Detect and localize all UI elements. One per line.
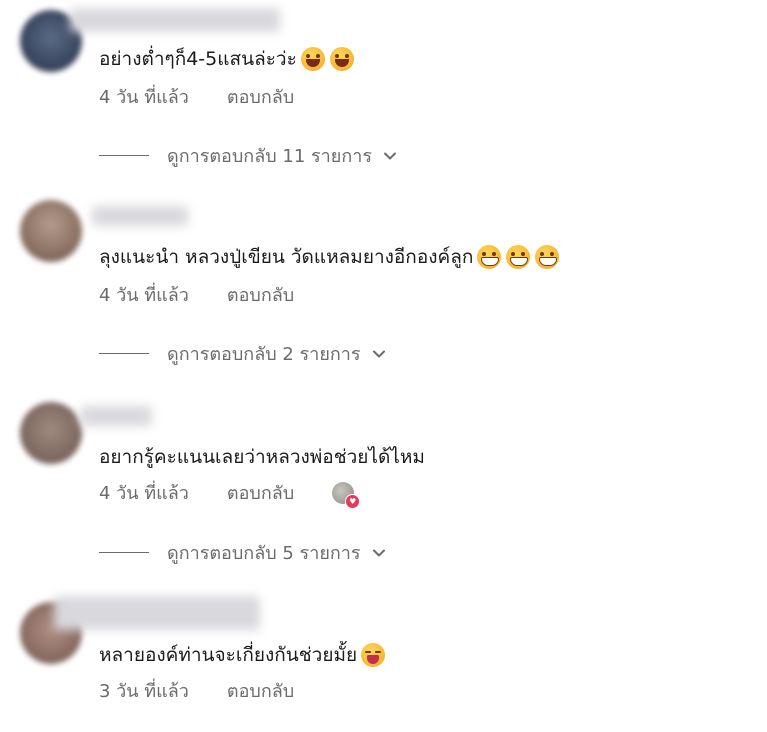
comment-text: หลายองค์ท่านจะเกี่ยงกันช่วยมั้ย <box>99 640 386 670</box>
comment-meta: 3 วัน ที่แล้ว ตอบกลับ <box>99 676 294 705</box>
username-blurred[interactable] <box>80 406 152 426</box>
timestamp: 4 วัน ที่แล้ว <box>99 87 189 108</box>
comment-text: อย่างต่ำๆก็4-5แสนล่ะว่ะ <box>99 44 354 74</box>
view-replies-label: ดูการตอบกลับ 11 รายการ <box>167 146 372 167</box>
grinning-emoji-icon <box>477 245 502 269</box>
laughing-emoji-icon <box>300 47 325 71</box>
reply-button[interactable]: ตอบกลับ <box>227 478 294 507</box>
avatar[interactable] <box>20 402 82 464</box>
timestamp: 4 วัน ที่แล้ว <box>99 483 189 504</box>
emoji-group <box>300 47 354 71</box>
comment-body: อย่างต่ำๆก็4-5แสนล่ะว่ะ <box>99 48 297 70</box>
view-replies-label: ดูการตอบกลับ 2 รายการ <box>167 344 361 365</box>
emoji-group <box>477 245 560 269</box>
comment-text: อยากรู้คะแนนเลยว่าหลวงพ่อช่วยได้ไหม <box>99 442 425 472</box>
view-replies-button[interactable]: ดูการตอบกลับ 2 รายการ <box>99 339 387 368</box>
divider-line <box>99 154 149 157</box>
view-replies-button[interactable]: ดูการตอบกลับ 5 รายการ <box>99 538 387 567</box>
laughing-emoji-icon <box>329 47 354 71</box>
view-replies-button[interactable]: ดูการตอบกลับ 11 รายการ <box>99 141 398 170</box>
reaction-indicator[interactable]: ♥ <box>332 481 361 509</box>
timestamp: 3 วัน ที่แล้ว <box>99 681 189 702</box>
comment-body: อยากรู้คะแนนเลยว่าหลวงพ่อช่วยได้ไหม <box>99 446 425 468</box>
chevron-down-icon <box>372 350 385 357</box>
avatar[interactable] <box>20 200 82 262</box>
divider-line <box>99 551 149 554</box>
comment-meta: 4 วัน ที่แล้ว ตอบกลับ <box>99 82 294 111</box>
reply-button[interactable]: ตอบกลับ <box>227 676 294 705</box>
chevron-down-icon <box>384 152 396 159</box>
comment-meta: 4 วัน ที่แล้ว ตอบกลับ <box>99 280 294 309</box>
comment-body: หลายองค์ท่านจะเกี่ยงกันช่วยมั้ย <box>99 644 358 666</box>
comment-text: ลุงแนะนำ หลวงปู่เขียน วัดแหลมยางอีกองค์ล… <box>99 242 560 272</box>
grinning-emoji-icon <box>506 245 531 269</box>
emoji-group <box>361 643 386 667</box>
username-blurred[interactable] <box>70 8 280 32</box>
squinting-tongue-emoji-icon <box>361 643 386 667</box>
reply-button[interactable]: ตอบกลับ <box>227 280 294 309</box>
timestamp: 4 วัน ที่แล้ว <box>99 285 189 306</box>
divider-line <box>99 352 149 355</box>
comment-body: ลุงแนะนำ หลวงปู่เขียน วัดแหลมยางอีกองค์ล… <box>99 246 474 268</box>
comment-meta: 4 วัน ที่แล้ว ตอบกลับ ♥ <box>99 478 361 509</box>
username-blurred[interactable] <box>54 596 260 630</box>
view-replies-label: ดูการตอบกลับ 5 รายการ <box>167 543 361 564</box>
chevron-down-icon <box>372 549 385 556</box>
reply-button[interactable]: ตอบกลับ <box>227 82 294 111</box>
grinning-emoji-icon <box>535 245 560 269</box>
username-blurred[interactable] <box>92 206 188 226</box>
heart-icon: ♥ <box>345 493 361 509</box>
